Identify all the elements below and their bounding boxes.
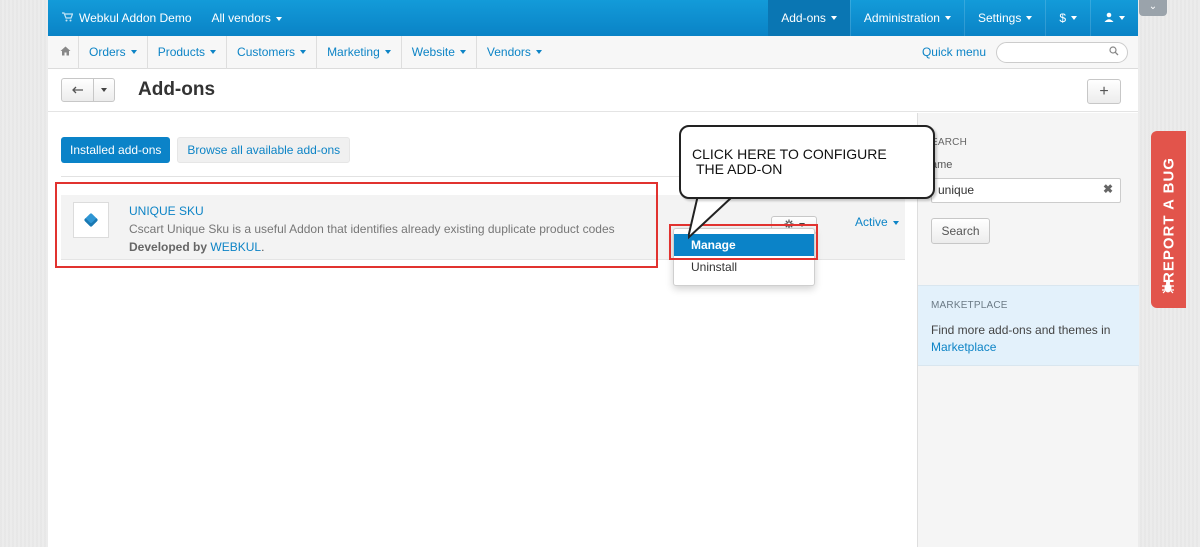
marketplace-text: Find more add-ons and themes in Marketpla… <box>931 322 1126 356</box>
top-bar: Webkul Addon Demo All vendors Add-ons Ad… <box>48 0 1138 36</box>
brand-name: Webkul Addon Demo <box>79 11 192 25</box>
plus-icon: + <box>1099 82 1109 100</box>
chevron-down-icon <box>384 50 391 54</box>
search-icon[interactable] <box>1109 45 1119 59</box>
nav-website-label: Website <box>411 45 455 59</box>
chevron-down-icon <box>892 220 899 225</box>
bug-icon <box>1161 280 1175 294</box>
chevron-down-icon <box>944 16 951 20</box>
nav-website[interactable]: Website <box>400 35 476 69</box>
addon-status-label: Active <box>855 215 888 229</box>
settings-menu-label: Settings <box>977 11 1022 25</box>
marketplace-link[interactable]: Marketplace <box>931 340 996 354</box>
page-title: Add-ons <box>138 79 216 100</box>
main-navigation: Orders Products Customers Marketing Webs… <box>48 35 1138 69</box>
search-button[interactable]: Search <box>931 218 990 244</box>
user-icon <box>1104 11 1114 25</box>
collapse-toggle[interactable]: ⌄ <box>1139 0 1167 16</box>
chevron-down-icon <box>300 50 307 54</box>
addon-status-dropdown[interactable]: Active <box>855 215 899 229</box>
chevron-down-icon <box>130 50 137 54</box>
nav-orders[interactable]: Orders <box>78 35 147 69</box>
nav-customers-label: Customers <box>237 45 296 59</box>
tab-browse-addons[interactable]: Browse all available add-ons <box>177 137 351 163</box>
user-menu[interactable] <box>1090 0 1138 36</box>
administration-menu-label: Administration <box>863 11 940 25</box>
nav-products-label: Products <box>157 45 206 59</box>
report-bug-label: REPORT A BUG <box>1160 156 1177 283</box>
global-search-input[interactable] <box>996 41 1128 63</box>
sidebar: EARCH ame unique ✖ Search MARKETPLACE Fi… <box>917 113 1139 547</box>
cart-icon <box>62 11 74 25</box>
title-bar: Add-ons + <box>48 69 1138 112</box>
currency-menu[interactable]: $ <box>1045 0 1090 36</box>
report-bug-tab[interactable]: REPORT A BUG <box>1151 131 1186 308</box>
nav-products[interactable]: Products <box>146 35 226 69</box>
name-search-field[interactable]: unique ✖ <box>931 178 1121 203</box>
settings-menu[interactable]: Settings <box>963 0 1045 36</box>
back-arrow-icon <box>71 83 84 97</box>
marketplace-description: Find more add-ons and themes in <box>931 323 1111 337</box>
add-addon-button[interactable]: + <box>1087 79 1121 104</box>
marketplace-panel: MARKETPLACE Find more add-ons and themes… <box>918 285 1139 366</box>
sidebar-search-heading: EARCH <box>931 137 968 148</box>
nav-marketing-label: Marketing <box>327 45 380 59</box>
chevron-down-icon <box>1119 16 1125 20</box>
nav-vendors[interactable]: Vendors <box>475 35 552 69</box>
nav-orders-label: Orders <box>89 45 126 59</box>
chevron-down-icon <box>830 16 837 20</box>
chevron-down-icon <box>1071 16 1077 20</box>
currency-menu-label: $ <box>1059 11 1066 25</box>
back-button[interactable] <box>61 78 94 102</box>
name-field-label: ame <box>931 159 953 171</box>
vendors-dropdown[interactable]: All vendors <box>212 11 282 25</box>
nav-marketing[interactable]: Marketing <box>316 35 401 69</box>
nav-vendors-label: Vendors <box>486 45 531 59</box>
chevron-down-icon <box>210 50 217 54</box>
addons-menu[interactable]: Add-ons <box>768 0 850 36</box>
addons-menu-label: Add-ons <box>781 11 826 25</box>
chevron-down-icon <box>275 16 282 21</box>
quick-menu-link[interactable]: Quick menu <box>922 45 986 59</box>
highlight-box-addon <box>55 182 658 268</box>
name-search-value: unique <box>938 183 975 197</box>
vendors-label: All vendors <box>211 11 271 25</box>
instruction-callout: CLICK HERE TO CONFIGURE THE ADD-ON <box>679 125 935 199</box>
brand-link[interactable]: Webkul Addon Demo <box>48 11 192 25</box>
chevron-down-icon <box>535 50 542 54</box>
callout-line-1: CLICK HERE TO CONFIGURE <box>692 146 887 162</box>
addons-tabs: Installed add-ons Browse all available a… <box>61 137 351 163</box>
tab-installed-addons[interactable]: Installed add-ons <box>61 137 171 163</box>
history-dropdown-button[interactable] <box>94 78 115 102</box>
back-button-group <box>61 78 115 102</box>
administration-menu[interactable]: Administration <box>849 0 964 36</box>
nav-customers[interactable]: Customers <box>226 35 316 69</box>
callout-line-2: THE ADD-ON <box>696 161 783 177</box>
chevron-down-icon <box>1026 16 1033 20</box>
close-icon[interactable]: ✖ <box>1103 182 1113 196</box>
admin-app: Webkul Addon Demo All vendors Add-ons Ad… <box>48 0 1139 547</box>
callout-tail <box>688 195 733 240</box>
chevron-down-icon <box>459 50 466 54</box>
chevron-down-icon <box>101 88 107 92</box>
home-icon[interactable] <box>48 45 78 59</box>
chevron-down-icon: ⌄ <box>1148 1 1158 12</box>
marketplace-heading: MARKETPLACE <box>931 300 1008 311</box>
